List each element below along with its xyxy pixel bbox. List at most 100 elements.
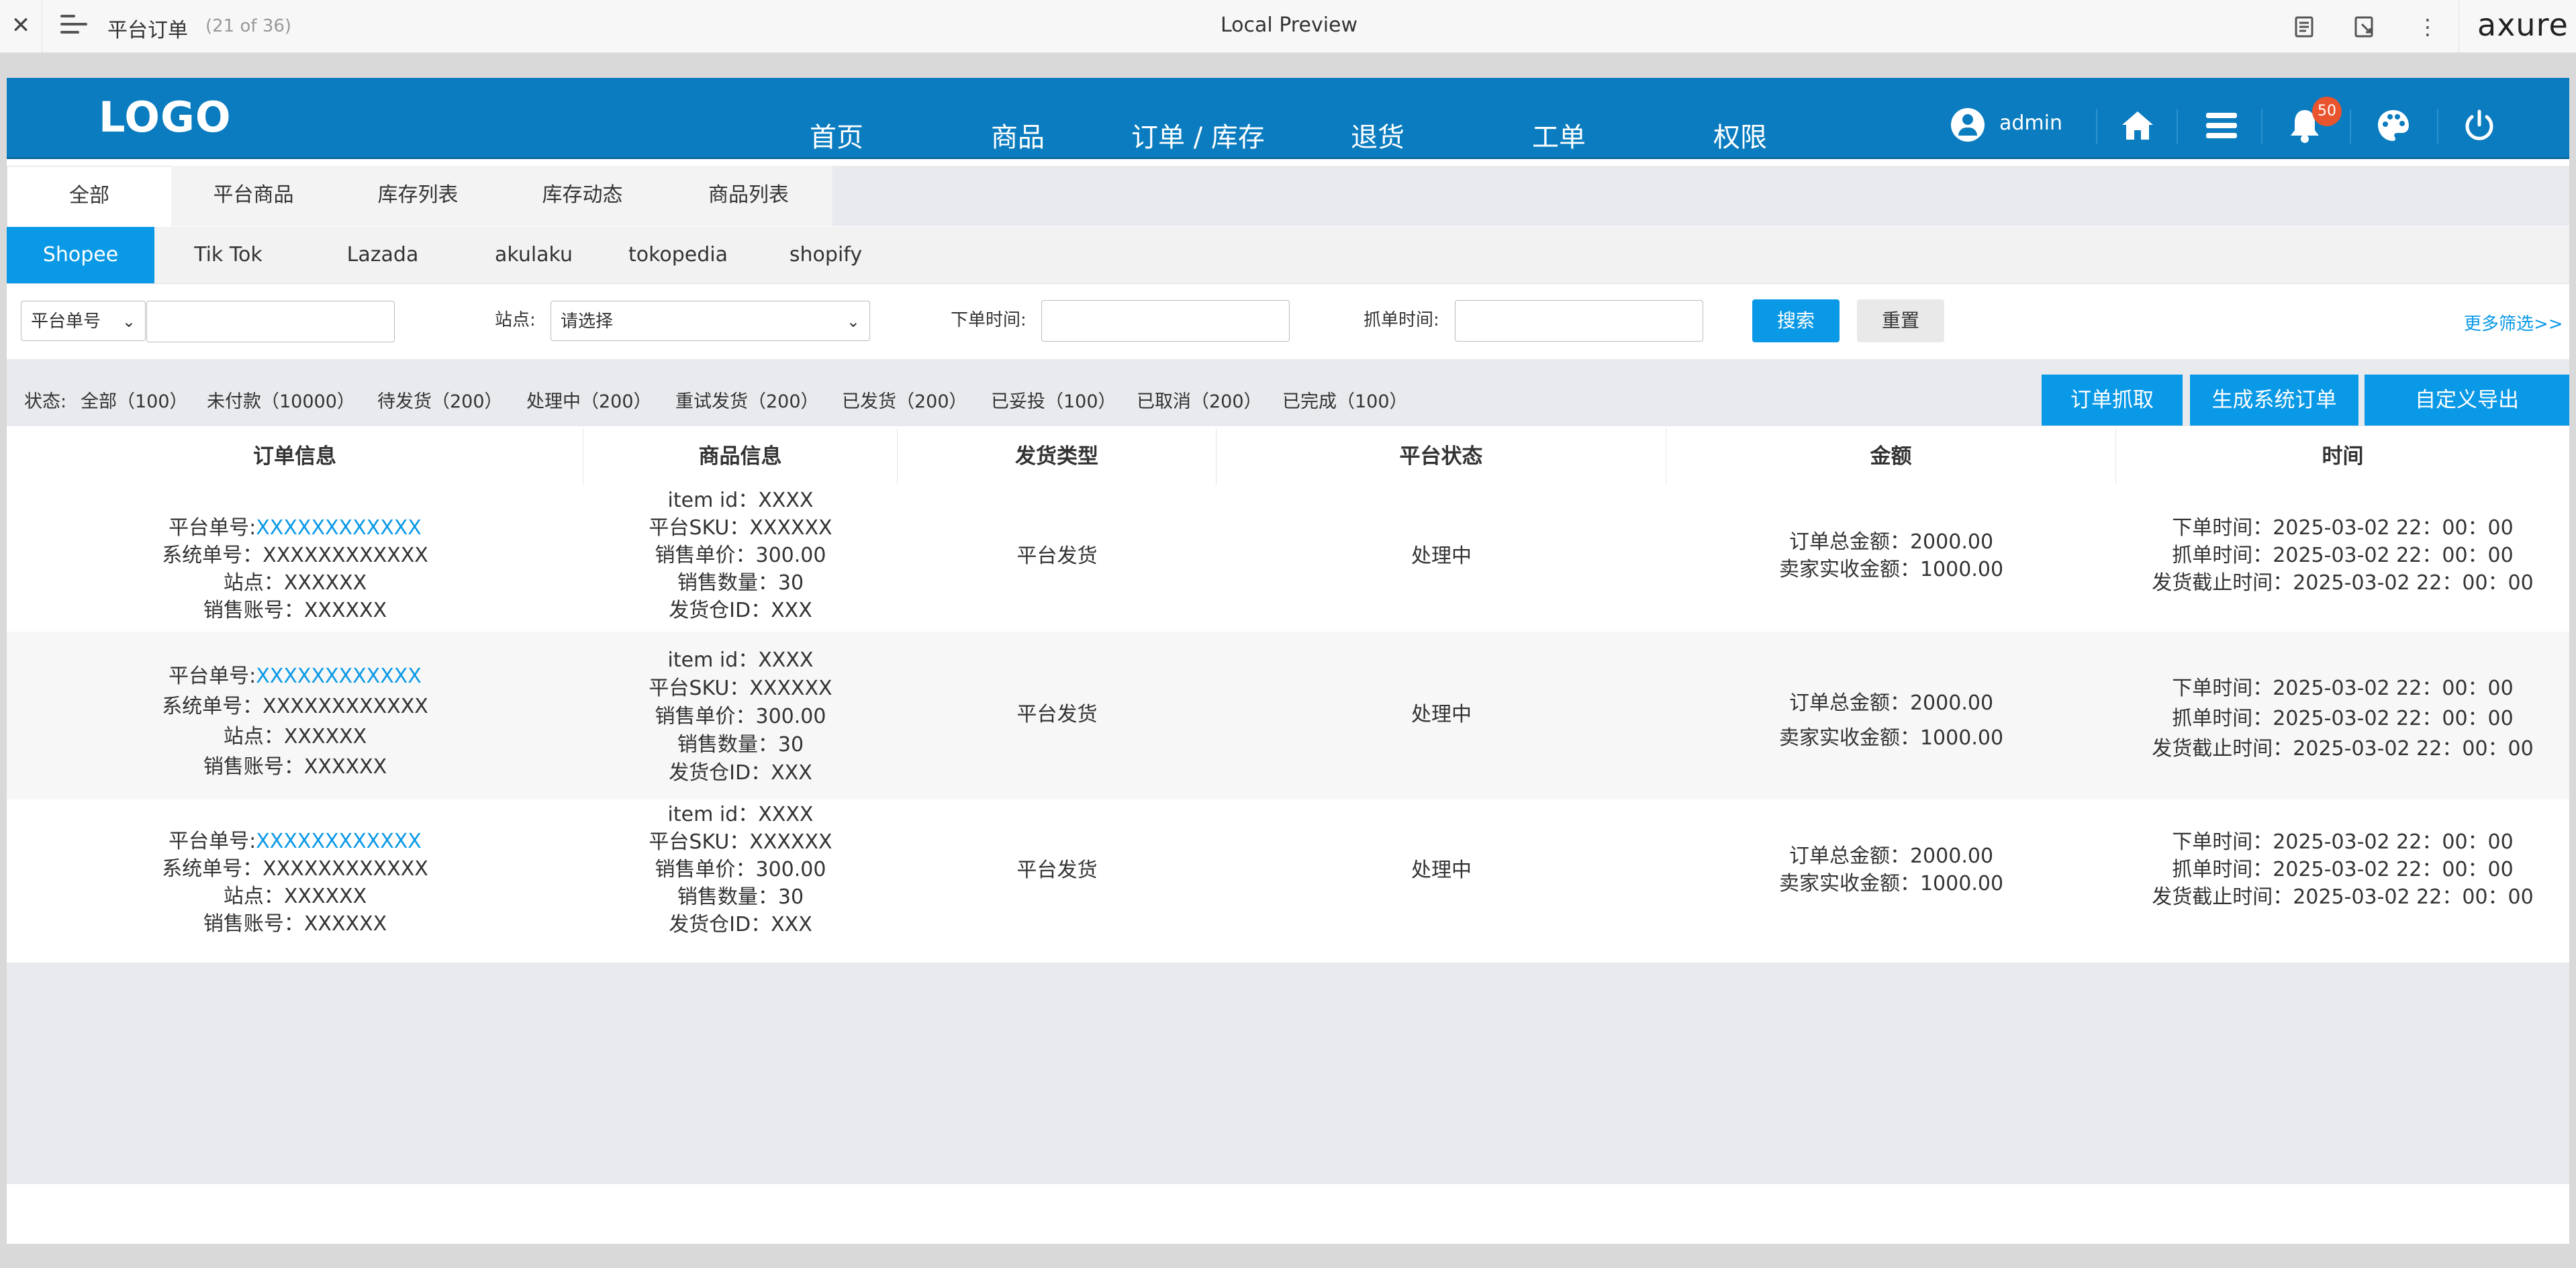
platform-sku: 平台SKU：XXXXXX [649,516,832,540]
quantity: 销售数量：30 [677,885,804,909]
grab-time-input[interactable] [1455,300,1703,342]
power-icon[interactable] [2460,106,2499,145]
home-icon[interactable] [2118,106,2157,145]
platform-no-label: 平台单号: [169,830,256,853]
preview-toolbar: ✕ 平台订单 (21 of 36) Local Preview ⋮ axure [0,0,2576,53]
sales-account: 销售账号：XXXXXX [203,912,387,936]
notification-badge: 50 [2312,97,2342,126]
reset-button[interactable]: 重置 [1857,299,1944,342]
sitemap-menu-icon[interactable] [60,15,87,38]
warehouse-id: 发货仓ID：XXX [669,761,812,785]
status-filter-completed[interactable]: 已完成（100） [1282,387,1408,413]
platform-no-label: 平台单号: [169,665,256,688]
divider [2261,109,2262,144]
user-avatar-icon[interactable] [1951,108,1985,142]
prototype-page: LOGO 首页 商品 订单 / 库存 退货 工单 权限 admin 50 全部 … [7,78,2569,1244]
divider [2350,109,2351,144]
sales-account: 销售账号：XXXXXX [203,755,387,779]
site: 站点：XXXXXX [223,885,367,908]
tab-all[interactable]: 全部 [7,166,172,227]
time-cell: 下单时间：2025-03-02 22：00：00 抓单时间：2025-03-02… [2116,514,2569,597]
order-number-input[interactable] [146,301,395,342]
unit-price: 销售单价：300.00 [655,705,826,728]
table-row[interactable]: 平台单号:XXXXXXXXXXXX 系统单号：XXXXXXXXXXXX 站点：X… [7,485,2569,632]
amount-cell: 订单总金额：2000.00 卖家实收金额：1000.00 [1666,686,2116,756]
status-filter-cancelled[interactable]: 已取消（200） [1137,387,1262,413]
nav-products[interactable]: 商品 [991,115,1045,154]
grab-time-label: 抓单时间: [1364,310,1439,330]
warehouse-id: 发货仓ID：XXX [669,913,812,936]
ship-type-cell: 平台发货 [1016,859,1098,882]
palette-icon[interactable] [2374,106,2413,145]
primary-tabs: 全部 平台商品 库存列表 库存动态 商品列表 [7,166,2569,227]
status-filter-processing[interactable]: 处理中（200） [526,387,652,413]
order-type-select[interactable]: 平台单号 ⌄ [21,301,146,341]
username[interactable]: admin [1999,111,2062,135]
status-filter-pending[interactable]: 待发货（200） [377,387,503,413]
page-count: (21 of 36) [205,16,292,36]
inspect-icon[interactable] [2351,13,2378,40]
page-name: 平台订单 [107,19,188,42]
product-info-cell: item id：XXXX 平台SKU：XXXXXX 销售单价：300.00 销售… [583,487,898,624]
tab-tiktok[interactable]: Tik Tok [154,227,302,283]
time-cell: 下单时间：2025-03-02 22：00：00 抓单时间：2025-03-02… [2116,673,2569,764]
nav-tickets[interactable]: 工单 [1532,115,1586,154]
divider [2177,109,2178,144]
status-filter-shipped[interactable]: 已发货（200） [842,387,967,413]
tab-shopee[interactable]: Shopee [7,227,154,283]
warehouse-id: 发货仓ID：XXX [669,599,812,622]
time-cell: 下单时间：2025-03-02 22：00：00 抓单时间：2025-03-02… [2116,828,2569,911]
status-filter-delivered[interactable]: 已妥投（100） [991,387,1116,413]
tab-inventory-list[interactable]: 库存列表 [336,166,500,226]
fetch-orders-button[interactable]: 订单抓取 [2042,375,2183,426]
order-total: 订单总金额：2000.00 [1788,844,1994,868]
close-icon[interactable]: ✕ [9,12,32,39]
tab-tokopedia[interactable]: tokopedia [604,227,752,283]
column-order-info: 订单信息 [7,428,583,485]
generate-system-order-button[interactable]: 生成系统订单 [2190,375,2358,426]
list-menu-icon[interactable] [2202,106,2241,145]
column-time: 时间 [2322,444,2364,469]
site-label: 站点: [495,310,536,330]
nav-permissions[interactable]: 权限 [1713,115,1767,154]
tab-akulaku[interactable]: akulaku [463,227,604,283]
system-no: 系统单号：XXXXXXXXXXXX [162,695,428,718]
empty-content-area [7,963,2569,1184]
table-row[interactable]: 平台单号:XXXXXXXXXXXX 系统单号：XXXXXXXXXXXX 站点：X… [7,632,2569,799]
tab-shopify[interactable]: shopify [752,227,900,283]
nav-home[interactable]: 首页 [810,115,863,154]
platform-no-link[interactable]: XXXXXXXXXXXX [256,665,422,688]
item-id: item id：XXXX [667,489,814,512]
axure-logo: axure [2477,7,2569,43]
custom-export-button[interactable]: 自定义导出 [2365,375,2569,426]
site-select[interactable]: 请选择 ⌄ [551,301,870,341]
nav-orders-inventory[interactable]: 订单 / 库存 [1131,115,1265,154]
seller-received: 卖家实收金额：1000.00 [1778,726,2004,750]
nav-returns[interactable]: 退货 [1351,115,1404,154]
platform-no-link[interactable]: XXXXXXXXXXXX [256,516,422,540]
platform-status-cell: 处理中 [1411,859,1472,882]
status-filter-retry[interactable]: 重试发货（200） [675,387,819,413]
table-row[interactable]: 平台单号:XXXXXXXXXXXX 系统单号：XXXXXXXXXXXX 站点：X… [7,799,2569,963]
chevron-down-icon: ⌄ [846,312,860,331]
status-prefix: 状态: [24,391,67,412]
platform-tabs: Shopee Tik Tok Lazada akulaku tokopedia … [7,227,2569,284]
platform-status-cell: 处理中 [1411,703,1472,726]
tab-platform-products[interactable]: 平台商品 [171,166,336,226]
tab-product-list[interactable]: 商品列表 [665,166,832,226]
column-amount: 金额 [1666,428,2116,485]
order-time-input[interactable] [1041,300,1290,342]
notes-icon[interactable] [2291,13,2318,40]
platform-no-link[interactable]: XXXXXXXXXXXX [256,830,422,853]
tab-inventory-activity[interactable]: 库存动态 [500,166,665,226]
more-options-icon[interactable]: ⋮ [2414,13,2441,40]
search-button[interactable]: 搜索 [1752,299,1840,342]
status-filter-unpaid[interactable]: 未付款（10000） [207,387,355,413]
ship-deadline: 发货截止时间：2025-03-02 22：00：00 [2152,571,2534,595]
site-select-value: 请选择 [561,311,614,332]
unit-price: 销售单价：300.00 [655,544,826,567]
more-filters-link[interactable]: 更多筛选>> [2464,310,2563,335]
tab-lazada[interactable]: Lazada [302,227,463,283]
grab-time: 抓单时间：2025-03-02 22：00：00 [2172,544,2514,567]
status-filter-all[interactable]: 全部（100） [81,387,188,413]
